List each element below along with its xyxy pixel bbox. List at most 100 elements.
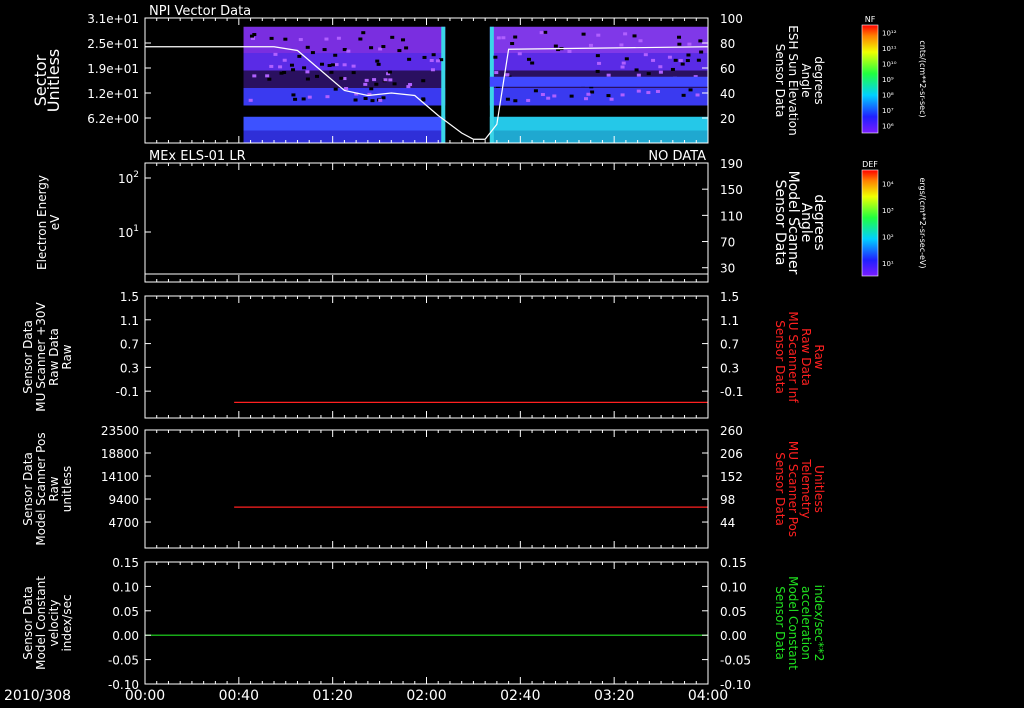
left-axis-label: Sensor DataModel Scanner PosRawunitless bbox=[21, 432, 74, 545]
colorbar-unit: ergs/(cm**2-sr-sec-eV) bbox=[918, 177, 927, 268]
right-axis-label-line: Sensor Data bbox=[773, 320, 787, 394]
time-tick-label: 00:40 bbox=[219, 688, 259, 704]
spectrogram-pixel bbox=[432, 53, 436, 56]
spectrogram-pixel bbox=[377, 63, 381, 66]
spectrogram-pixel bbox=[644, 53, 648, 56]
y-tick-label-right: -0.05 bbox=[720, 654, 751, 668]
y-tick-label-right: 98 bbox=[720, 493, 735, 507]
y-tick-label-right: 20 bbox=[720, 112, 735, 126]
spectrogram-pixel bbox=[305, 70, 309, 73]
spectrogram-pixel bbox=[249, 99, 253, 102]
spectrogram-pixel bbox=[378, 99, 382, 102]
spectrogram-pixel bbox=[510, 42, 514, 45]
spectrogram-band bbox=[490, 77, 708, 87]
spectrogram-pixel bbox=[361, 31, 365, 34]
time-tick-label: 02:40 bbox=[500, 688, 540, 704]
spectrogram-pixel bbox=[596, 34, 600, 37]
right-axis-label-line: Raw Data bbox=[799, 328, 813, 386]
panel-frame bbox=[145, 296, 708, 418]
colorbar-tick: 10⁷ bbox=[882, 107, 894, 115]
y-tick-label-right: 100 bbox=[720, 12, 743, 26]
colorbar-bar bbox=[862, 25, 878, 133]
colorbar-unit: cnts/(cm**2-sr-sec) bbox=[918, 40, 927, 117]
left-axis-label: Sensor DataMU Scanner +30VRaw DataRaw bbox=[21, 302, 74, 412]
spectrogram-pixel bbox=[596, 70, 600, 73]
y-tick-label: 23500 bbox=[101, 424, 139, 438]
spectrogram-band bbox=[244, 117, 446, 131]
spectrogram-pixel bbox=[590, 91, 594, 94]
colorbar-tick: 10¹² bbox=[882, 30, 897, 38]
spectrogram-pixel bbox=[343, 63, 347, 66]
spectrogram-pixel bbox=[344, 87, 348, 90]
colorbar-tick: 10⁸ bbox=[882, 91, 894, 99]
colorbar-tick: 10⁶ bbox=[882, 122, 894, 130]
spectrogram-pixel bbox=[388, 78, 392, 81]
spectrogram-pixel bbox=[311, 51, 315, 54]
y-tick-label-right: 70 bbox=[720, 236, 735, 250]
spectrogram-pixel bbox=[677, 43, 681, 46]
colorbar-tick: 10³ bbox=[882, 207, 894, 215]
spectrogram-pixel bbox=[686, 54, 690, 57]
spectrogram-pixel bbox=[671, 68, 675, 71]
spectrogram-pixel bbox=[637, 90, 641, 93]
spectrogram-pixel bbox=[354, 99, 358, 102]
spectrogram-pixel bbox=[282, 71, 286, 74]
y-tick-label: 18800 bbox=[101, 447, 139, 461]
y-tick-label: 1.9e+01 bbox=[87, 62, 139, 76]
spectrogram-pixel bbox=[343, 48, 347, 51]
spectrogram-pixel bbox=[584, 97, 588, 100]
left-axis-label: SectorUnitless bbox=[31, 49, 63, 113]
spectrogram-pixel bbox=[431, 68, 435, 71]
y-tick-label: 0.7 bbox=[120, 338, 139, 352]
panel-status: NO DATA bbox=[648, 149, 706, 164]
spectrogram-pixel bbox=[497, 36, 501, 39]
y-tick-label-right: 44 bbox=[720, 516, 735, 530]
spectrogram-pixel bbox=[369, 46, 373, 49]
spectrogram-pixel bbox=[540, 31, 544, 34]
left-axis-label-line: Sensor Data bbox=[21, 320, 35, 394]
colorbar-title: NF bbox=[865, 15, 876, 24]
y-tick-label-right: 0.3 bbox=[720, 361, 739, 375]
spectrogram-pixel bbox=[674, 59, 678, 62]
y-tick-label: 0.15 bbox=[112, 556, 139, 570]
colorbar-tick: 10² bbox=[882, 233, 894, 241]
y-tick-label: 102 bbox=[118, 170, 139, 186]
spectrogram-pixel bbox=[699, 51, 703, 54]
left-axis-label-line: Unitless bbox=[44, 49, 63, 113]
time-tick-label: 04:00 bbox=[688, 688, 728, 704]
left-axis-label-line: Model Scanner Pos bbox=[34, 432, 48, 545]
right-axis-label-line: acceleration bbox=[799, 586, 813, 660]
right-axis-label-line: degrees bbox=[812, 56, 826, 104]
left-axis-label-line: Sensor Data bbox=[21, 586, 35, 660]
spectrogram-pixel bbox=[358, 38, 362, 41]
y-tick-label: 1.2e+01 bbox=[87, 87, 139, 101]
spectrogram-pixel bbox=[637, 74, 641, 77]
spectrogram-pixel bbox=[269, 65, 273, 68]
spectrogram-pixel bbox=[421, 79, 425, 82]
y-tick-label-right: 260 bbox=[720, 424, 743, 438]
panel-frame bbox=[145, 430, 708, 548]
spectrogram-pixel bbox=[597, 62, 601, 65]
y-tick-label-right: 206 bbox=[720, 447, 743, 461]
spectrogram-pixel bbox=[606, 94, 610, 97]
spectrogram-pixel bbox=[375, 60, 379, 63]
spectrogram-pixel bbox=[623, 32, 627, 35]
spectrogram-pixel bbox=[283, 38, 287, 41]
spectrogram-pixel bbox=[689, 88, 693, 91]
y-tick-label: 101 bbox=[118, 224, 139, 240]
colorbar: DEF 10⁴ 10³ 10² 10¹ ergs/(cm**2-sr-sec-eV) bbox=[862, 160, 927, 276]
right-axis-label-line: degrees bbox=[811, 194, 827, 250]
time-tick-label: 01:20 bbox=[312, 688, 352, 704]
y-tick-label: 2.5e+01 bbox=[87, 37, 139, 51]
y-tick-exponent: 2 bbox=[133, 170, 139, 180]
spectrogram-pixel bbox=[686, 59, 690, 62]
left-axis-label-line: index/sec bbox=[60, 594, 74, 651]
colorbar-tick: 10¹¹ bbox=[882, 45, 897, 53]
right-axis-label-line: ESH Sun Elevation bbox=[786, 25, 800, 135]
spectrogram-pixel bbox=[297, 55, 301, 58]
left-axis-label-line: Raw Data bbox=[47, 328, 61, 386]
spectrogram-pixel bbox=[567, 50, 571, 53]
spectrogram-pixel bbox=[331, 63, 335, 66]
left-axis-label-line: Model Constant bbox=[34, 576, 48, 670]
spectrogram-pixel bbox=[291, 93, 295, 96]
